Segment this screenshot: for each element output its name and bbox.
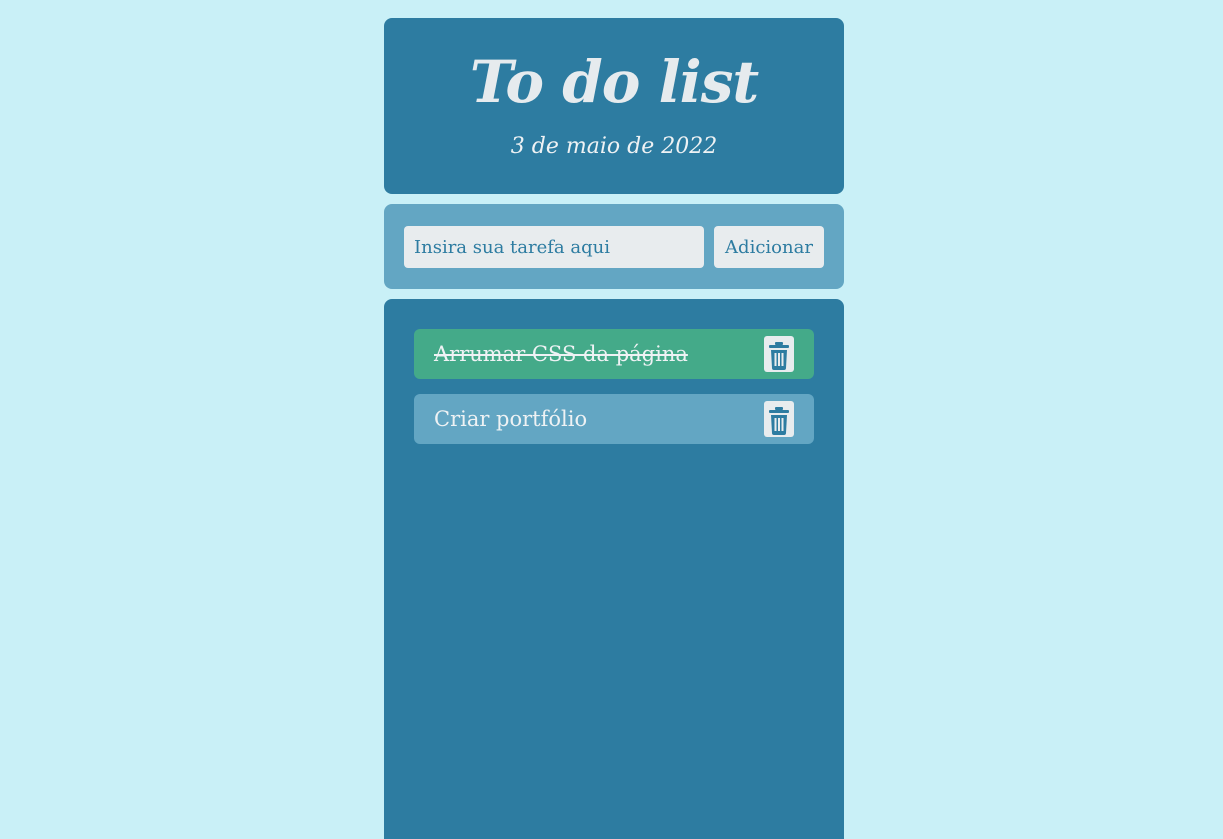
task-label: Arrumar CSS da página bbox=[434, 342, 688, 366]
task-item[interactable]: Criar portfólio bbox=[414, 394, 814, 444]
page-title: To do list bbox=[469, 48, 759, 116]
task-input[interactable] bbox=[404, 226, 704, 268]
trash-icon bbox=[769, 342, 789, 370]
header-panel: To do list 3 de maio de 2022 bbox=[384, 18, 844, 194]
current-date: 3 de maio de 2022 bbox=[510, 134, 718, 159]
add-task-button[interactable]: Adicionar bbox=[714, 226, 824, 268]
delete-task-button[interactable] bbox=[764, 401, 794, 437]
task-list: Arrumar CSS da página Criar portfólio bbox=[384, 299, 844, 839]
add-task-form: Adicionar bbox=[384, 204, 844, 289]
task-item[interactable]: Arrumar CSS da página bbox=[414, 329, 814, 379]
todo-app: To do list 3 de maio de 2022 Adicionar A… bbox=[384, 18, 844, 839]
delete-task-button[interactable] bbox=[764, 336, 794, 372]
task-label: Criar portfólio bbox=[434, 407, 588, 431]
trash-icon bbox=[769, 407, 789, 435]
